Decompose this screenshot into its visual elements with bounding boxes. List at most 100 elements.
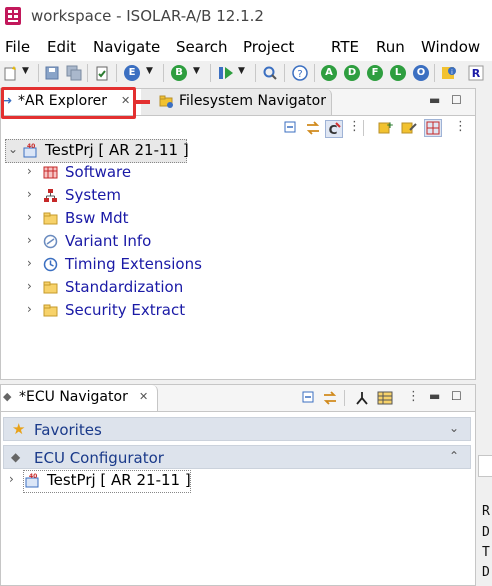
maximize-icon[interactable]: ☐	[451, 389, 462, 403]
save-all-icon[interactable]	[66, 65, 82, 81]
help-icon[interactable]: ?	[292, 65, 308, 81]
save-icon[interactable]	[44, 65, 60, 81]
menu-run[interactable]: Run	[376, 38, 405, 56]
f-button-icon[interactable]: F	[367, 65, 383, 81]
project-icon: 40	[25, 473, 39, 488]
ecu-navigator-tabstrip: ◆ *ECU Navigator ✕ ⋮ ▬ ☐	[1, 385, 475, 412]
folder-icon	[43, 281, 58, 294]
o-button-icon[interactable]: O	[413, 65, 429, 81]
tab-label: *ECU Navigator	[19, 389, 128, 405]
tree-item-label: Bsw Mdt	[65, 209, 129, 227]
link-with-editor-icon[interactable]	[322, 390, 338, 406]
tree-project-row[interactable]: ⌄ 40 TestPrj [ AR 21-11 ]	[5, 139, 189, 163]
tree-item-label: System	[65, 186, 121, 204]
right-panel-tab[interactable]	[478, 455, 492, 477]
close-icon[interactable]: ✕	[139, 390, 148, 403]
more-options-icon[interactable]: ⋮	[348, 119, 364, 135]
collapse-all-icon[interactable]	[301, 390, 317, 406]
chevron-right-icon[interactable]: ›	[27, 302, 32, 316]
svg-text:?: ?	[297, 69, 302, 80]
e-button-icon[interactable]: E	[124, 65, 140, 81]
section-label: ECU Configurator	[34, 449, 164, 467]
new-file-icon[interactable]	[3, 65, 19, 81]
ecu-tree-project-row[interactable]: › 40 TestPrj [ AR 21-11 ]	[5, 470, 191, 493]
right-panel-text: T	[482, 545, 490, 560]
collapse-icon[interactable]: ⌃	[449, 449, 459, 463]
menu-edit[interactable]: Edit	[47, 38, 76, 56]
folder-icon	[43, 304, 58, 317]
right-panel-text: R	[482, 504, 490, 519]
menu-file[interactable]: File	[5, 38, 30, 56]
chevron-right-icon[interactable]: ›	[27, 256, 32, 270]
minimize-icon[interactable]: ▬	[429, 93, 440, 107]
chevron-down-icon[interactable]: ▼	[146, 66, 153, 76]
chevron-right-icon[interactable]: ›	[9, 472, 14, 486]
folder-icon	[43, 212, 58, 225]
menu-bar: File Edit Navigate Search Project RTE Ru…	[0, 34, 492, 61]
table-view-icon[interactable]	[377, 390, 393, 406]
chevron-right-icon[interactable]: ›	[27, 233, 32, 247]
clipboard-check-icon[interactable]	[94, 65, 110, 81]
grid-view-icon[interactable]	[424, 119, 442, 137]
expand-icon[interactable]: ⌄	[449, 421, 459, 435]
chevron-right-icon[interactable]: ›	[27, 279, 32, 293]
chevron-right-icon[interactable]: ›	[27, 164, 32, 178]
window-title: workspace - ISOLAR-A/B 12.1.2	[31, 7, 264, 25]
chevron-down-icon[interactable]: ▼	[238, 66, 245, 76]
section-ecu-configurator[interactable]: ◆ ECU Configurator ⌃	[3, 445, 471, 469]
link-with-editor-icon[interactable]	[305, 120, 321, 136]
view-menu-icon[interactable]: ⋮	[454, 119, 470, 135]
svg-text:C: C	[329, 123, 338, 137]
collapse-all-icon[interactable]	[283, 120, 299, 136]
svg-text:+: +	[386, 121, 394, 131]
toolbar-separator	[210, 64, 211, 82]
section-label: Favorites	[34, 421, 102, 439]
d-button-icon[interactable]: D	[344, 65, 360, 81]
menu-rte[interactable]: RTE	[331, 38, 359, 56]
tab-ecu-navigator[interactable]: ◆ *ECU Navigator ✕	[1, 385, 158, 411]
menu-project[interactable]: Project	[243, 38, 294, 56]
view-menu-icon[interactable]: ⋮	[407, 389, 420, 404]
ecu-icon: ◆	[11, 450, 21, 464]
main-toolbar: ▼ E ▼ B ▼ ▼ ? A D F L O i R	[0, 61, 492, 88]
toolbar-separator	[284, 64, 285, 82]
toolbar-separator	[116, 64, 117, 82]
minimize-icon[interactable]: ▬	[429, 389, 440, 403]
highlight-annotation	[1, 87, 136, 119]
toolbar-separator	[434, 64, 435, 82]
clock-icon	[43, 257, 58, 272]
tab-filesystem-navigator[interactable]: Filesystem Navigator	[141, 89, 332, 115]
hierarchy-icon[interactable]	[354, 390, 370, 406]
chevron-right-icon[interactable]: ›	[27, 210, 32, 224]
menu-search[interactable]: Search	[176, 38, 228, 56]
maximize-icon[interactable]: ☐	[451, 93, 462, 107]
rte-icon[interactable]: R	[468, 65, 484, 81]
add-element-icon[interactable]: +	[378, 120, 394, 136]
tree-item-label: Variant Info	[65, 232, 152, 250]
highlight-connector	[136, 100, 150, 104]
menu-navigate[interactable]: Navigate	[93, 38, 160, 56]
software-icon	[43, 166, 58, 179]
menu-window[interactable]: Window	[421, 38, 480, 56]
isolar-app-icon	[5, 7, 21, 25]
search-icon[interactable]	[262, 65, 278, 81]
chevron-down-icon[interactable]: ▼	[193, 66, 200, 76]
l-button-icon[interactable]: L	[390, 65, 406, 81]
svg-text:R: R	[472, 67, 481, 80]
chevron-down-icon[interactable]: ⌄	[8, 142, 18, 156]
toolbar-separator	[163, 64, 164, 82]
chevron-down-icon[interactable]: ▼	[22, 66, 29, 76]
toolbar-separator	[255, 64, 256, 82]
section-favorites[interactable]: ★ Favorites ⌄	[3, 417, 471, 441]
a-button-icon[interactable]: A	[321, 65, 337, 81]
toolbar-separator	[38, 64, 39, 82]
ecu-tree-project-label: TestPrj [ AR 21-11 ]	[47, 471, 191, 489]
filter-icon[interactable]: C	[325, 120, 343, 138]
run-build-icon[interactable]	[218, 65, 234, 81]
toolbar-separator	[363, 120, 364, 136]
chevron-right-icon[interactable]: ›	[27, 187, 32, 201]
system-icon	[44, 189, 57, 202]
info-icon[interactable]: i	[441, 65, 457, 81]
edit-element-icon[interactable]	[401, 120, 417, 136]
b-button-icon[interactable]: B	[171, 65, 187, 81]
